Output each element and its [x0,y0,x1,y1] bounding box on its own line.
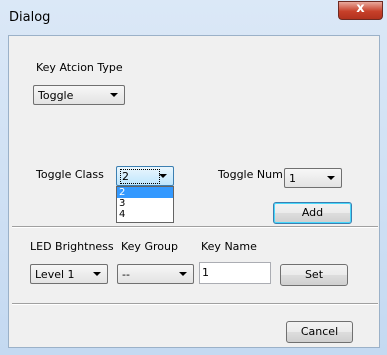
toggle-class-dropdown: 2 3 4 [116,186,174,223]
key-name-input[interactable] [202,266,262,279]
window-title: Dialog [9,10,51,25]
toggle-num-select[interactable]: 1 [284,168,342,188]
toggle-class-option[interactable]: 2 [117,187,173,198]
key-name-label: Key Name [201,240,257,253]
key-action-type-value: Toggle [38,89,74,102]
key-name-field[interactable] [199,262,271,284]
key-group-select[interactable]: -- [117,264,194,284]
close-icon: x [356,1,365,16]
key-action-type-label: Key Atcion Type [36,61,123,74]
chevron-down-icon [179,272,187,276]
separator [12,226,378,228]
toggle-class-select[interactable]: 2 [116,166,174,186]
chevron-down-icon [93,272,101,276]
led-brightness-label: LED Brightness [30,240,114,253]
led-brightness-select[interactable]: Level 1 [30,264,108,284]
cancel-button[interactable]: Cancel [286,321,353,343]
key-action-type-select[interactable]: Toggle [33,85,125,105]
chevron-down-icon [159,174,167,178]
key-group-value: -- [122,268,130,281]
chevron-down-icon [327,176,335,180]
key-group-label: Key Group [121,240,178,253]
add-button[interactable]: Add [273,202,352,224]
toggle-class-option[interactable]: 3 [117,198,173,209]
title-bar[interactable]: Dialog x [0,0,387,34]
led-brightness-value: Level 1 [35,268,75,281]
dialog-client-area [8,35,380,348]
dialog-window: Dialog x Key Atcion Type Toggle Toggle C… [0,0,387,355]
toggle-class-option[interactable]: 4 [117,209,173,220]
separator [12,303,378,305]
set-button[interactable]: Set [280,264,348,286]
toggle-num-value: 1 [289,172,296,185]
toggle-class-value: 2 [120,169,160,184]
toggle-class-label: Toggle Class [36,168,104,181]
chevron-down-icon [110,93,118,97]
close-button[interactable]: x [338,1,383,20]
toggle-num-label: Toggle Num [218,168,283,181]
